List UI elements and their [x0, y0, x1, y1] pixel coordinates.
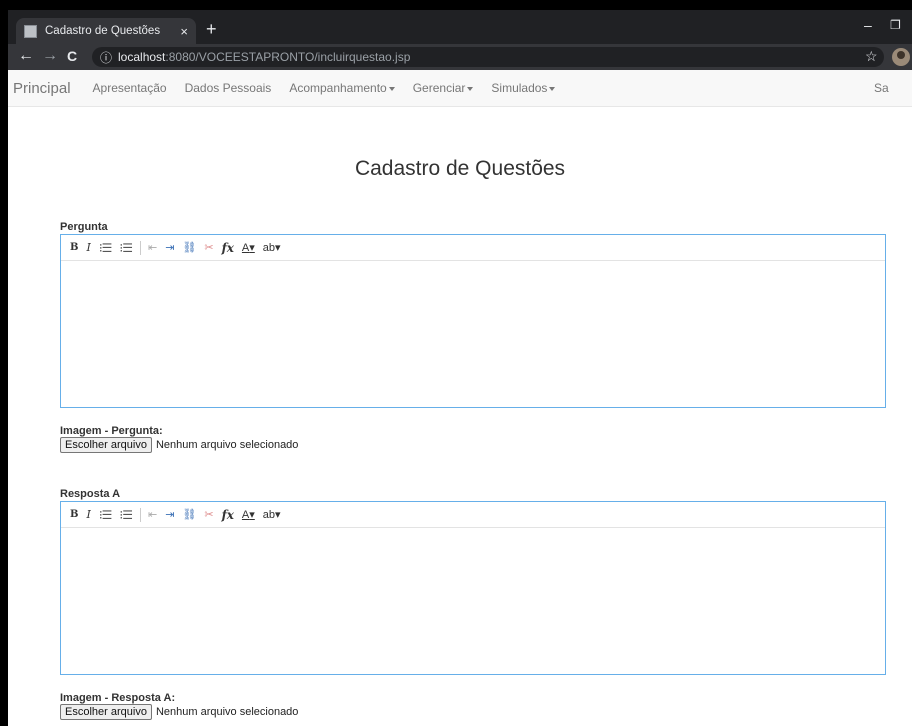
italic-button[interactable]: I	[86, 508, 90, 521]
highlight-glyph: ab	[262, 242, 276, 254]
indent-icon[interactable]: ⇥	[165, 241, 174, 254]
resposta-a-file-input: Escolher arquivo Nenhum arquivo selecion…	[60, 704, 298, 720]
nav-item-label: Acompanhamento	[289, 81, 387, 95]
file-status: Nenhum arquivo selecionado	[155, 706, 299, 718]
nav-item-dados-pessoais[interactable]: Dados Pessoais	[185, 81, 272, 95]
minimize-icon[interactable]: –	[864, 17, 872, 33]
editor-toolbar: B I ⁝☰ ⁝☰ ⇤ ⇥ ⛓ ✂ fx A▾ ab▾	[61, 502, 885, 528]
profile-avatar[interactable]	[892, 48, 910, 66]
highlight-glyph: ab	[262, 509, 276, 521]
address-bar[interactable]: ⓘ localhost :8080/VOCEESTAPRONTO/incluir…	[92, 47, 884, 67]
text-color-icon[interactable]: A▾	[242, 241, 255, 254]
imagem-pergunta-label: Imagem - Pergunta:	[60, 425, 163, 437]
chevron-down-icon: ▾	[249, 242, 255, 254]
url-host: localhost	[118, 50, 166, 64]
unordered-list-icon[interactable]: ⁝☰	[119, 508, 133, 522]
page-title: Cadastro de Questões	[354, 157, 566, 180]
link-icon[interactable]: ⛓	[182, 241, 196, 254]
outdent-icon[interactable]: ⇤	[148, 241, 157, 254]
link-icon[interactable]: ⛓	[182, 508, 196, 521]
new-tab-icon[interactable]: +	[206, 19, 217, 39]
back-arrow-icon[interactable]: ←	[18, 47, 34, 65]
bold-button[interactable]: B	[70, 509, 78, 520]
pergunta-editor[interactable]: B I ⁝☰ ⁝☰ ⇤ ⇥ ⛓ ✂ fx A▾ ab▾	[60, 234, 886, 408]
text-color-icon[interactable]: A▾	[242, 508, 255, 521]
tab-strip: Cadastro de Questões × + – ❐	[8, 10, 912, 44]
chevron-down-icon: ▾	[275, 509, 281, 521]
nav-item-label: Simulados	[491, 81, 548, 95]
outdent-icon[interactable]: ⇤	[148, 508, 157, 521]
toolbar-divider	[139, 507, 141, 522]
nav-item-apresentacao[interactable]: Apresentação	[93, 81, 167, 95]
caret-down-icon	[467, 86, 474, 91]
resposta-a-label: Resposta A	[60, 488, 121, 500]
caret-down-icon	[388, 86, 395, 91]
site-navbar: Principal Apresentação Dados Pessoais Ac…	[8, 70, 912, 107]
nav-item-label: Gerenciar	[412, 81, 466, 95]
bold-button[interactable]: B	[70, 242, 78, 253]
highlight-color-icon[interactable]: ab▾	[263, 241, 281, 254]
nav-item-simulados[interactable]: Simulados	[491, 81, 556, 95]
choose-file-button[interactable]: Escolher arquivo	[60, 704, 152, 720]
toolbar-divider	[139, 240, 141, 255]
nav-item-acompanhamento[interactable]: Acompanhamento	[289, 81, 395, 95]
page-favicon-icon	[24, 24, 37, 38]
choose-file-button[interactable]: Escolher arquivo	[60, 437, 152, 453]
nav-item-gerenciar[interactable]: Gerenciar	[413, 81, 474, 95]
tab-close-icon[interactable]: ×	[180, 24, 188, 39]
chevron-down-icon: ▾	[249, 509, 255, 521]
highlight-color-icon[interactable]: ab▾	[263, 508, 281, 521]
imagem-resposta-a-label: Imagem - Resposta A:	[60, 692, 176, 704]
restore-icon[interactable]: ❐	[890, 18, 901, 32]
editor-toolbar: B I ⁝☰ ⁝☰ ⇤ ⇥ ⛓ ✂ fx A▾ ab▾	[61, 235, 885, 261]
browser-window: Cadastro de Questões × + – ❐ ← → C ⓘ loc…	[8, 10, 912, 726]
unordered-list-icon[interactable]: ⁝☰	[119, 241, 133, 255]
file-status: Nenhum arquivo selecionado	[155, 439, 299, 451]
tab-title: Cadastro de Questões	[45, 25, 161, 37]
navbar-brand[interactable]: Principal	[13, 80, 71, 97]
italic-button[interactable]: I	[86, 241, 90, 254]
indent-icon[interactable]: ⇥	[165, 508, 174, 521]
pergunta-file-input: Escolher arquivo Nenhum arquivo selecion…	[60, 437, 298, 453]
reload-icon[interactable]: C	[67, 47, 77, 65]
formula-icon[interactable]: fx	[222, 241, 234, 255]
ordered-list-icon[interactable]: ⁝☰	[99, 508, 113, 522]
browser-tab[interactable]: Cadastro de Questões ×	[16, 18, 196, 44]
ordered-list-icon[interactable]: ⁝☰	[99, 241, 113, 255]
caret-down-icon	[549, 86, 556, 91]
forward-arrow-icon[interactable]: →	[42, 47, 58, 65]
url-path: :8080/VOCEESTAPRONTO/incluirquestao.jsp	[165, 50, 411, 64]
unlink-icon[interactable]: ✂	[204, 241, 213, 254]
bookmark-star-icon[interactable]: ☆	[865, 48, 878, 65]
chevron-down-icon: ▾	[275, 242, 281, 254]
nav-item-right[interactable]: Sa	[874, 81, 889, 95]
unlink-icon[interactable]: ✂	[204, 508, 213, 521]
resposta-a-editor[interactable]: B I ⁝☰ ⁝☰ ⇤ ⇥ ⛓ ✂ fx A▾ ab▾	[60, 501, 886, 675]
pergunta-label: Pergunta	[60, 221, 108, 233]
site-info-icon[interactable]: ⓘ	[100, 49, 112, 66]
address-toolbar: ← → C ⓘ localhost :8080/VOCEESTAPRONTO/i…	[8, 44, 912, 70]
formula-icon[interactable]: fx	[222, 508, 234, 522]
